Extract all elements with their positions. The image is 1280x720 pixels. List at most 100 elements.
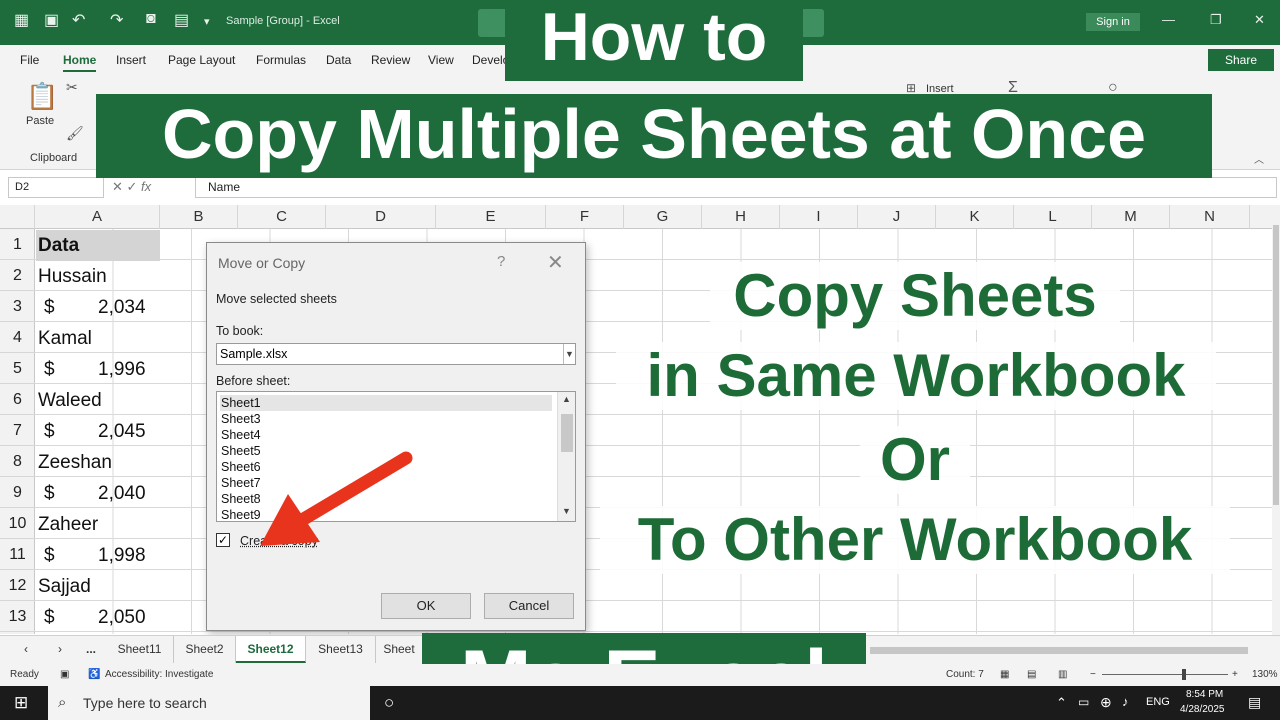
zoom-level[interactable]: 130% <box>1252 669 1278 680</box>
row-header[interactable]: 12 <box>0 570 35 601</box>
list-item[interactable]: Sheet4 <box>220 427 552 443</box>
col-header-l[interactable]: L <box>1014 205 1092 229</box>
list-item[interactable]: Sheet1 <box>220 395 552 411</box>
format-painter-icon[interactable]: 🖌 <box>66 125 84 142</box>
row-header[interactable]: 6 <box>0 384 35 415</box>
cell-currency[interactable]: $ <box>44 602 55 633</box>
sheet-tab[interactable]: Sheet13 <box>306 636 376 663</box>
col-header-i[interactable]: I <box>780 205 858 229</box>
row-header[interactable]: 3 <box>0 291 35 322</box>
row-header[interactable]: 5 <box>0 353 35 384</box>
col-header-c[interactable]: C <box>238 205 326 229</box>
cut-icon[interactable]: ✂ <box>66 79 78 96</box>
tab-home[interactable]: Home <box>63 53 97 72</box>
col-header-h[interactable]: H <box>702 205 780 229</box>
tab-data[interactable]: Data <box>326 53 351 67</box>
col-header-n[interactable]: N <box>1170 205 1250 229</box>
share-button[interactable]: Share <box>1208 49 1274 71</box>
sheet-tab[interactable]: Sheet <box>376 636 422 663</box>
scroll-up-icon[interactable]: ▲ <box>562 394 571 404</box>
globe-icon[interactable]: ⊕ <box>1100 694 1112 711</box>
tab-scroll-right-icon[interactable]: › <box>50 636 70 663</box>
macro-icon[interactable]: ▣ <box>60 669 69 680</box>
chevron-down-icon[interactable]: ▼ <box>563 344 575 364</box>
help-icon[interactable]: ? <box>497 253 505 270</box>
accessibility-status[interactable]: Accessibility: Investigate <box>105 669 213 680</box>
cell-name[interactable]: Hussain <box>38 261 107 292</box>
col-header-g[interactable]: G <box>624 205 702 229</box>
create-copy-checkbox[interactable]: ✓ <box>216 533 230 547</box>
page-break-icon[interactable]: ▥ <box>1058 669 1067 680</box>
clock-time[interactable]: 8:54 PM <box>1186 689 1223 700</box>
cell-a1[interactable]: Data <box>36 230 160 261</box>
col-header-j[interactable]: J <box>858 205 936 229</box>
col-header-f[interactable]: F <box>546 205 624 229</box>
redo-icon[interactable]: ↷ <box>110 10 123 30</box>
close-window-icon[interactable]: ✕ <box>1254 12 1265 28</box>
notification-icon[interactable]: ▤ <box>1248 694 1261 711</box>
cancel-button[interactable]: Cancel <box>484 593 574 619</box>
tab-view[interactable]: View <box>428 53 454 67</box>
restore-icon[interactable]: ❐ <box>1210 12 1222 28</box>
tab-scroll-left-icon[interactable]: ‹ <box>16 636 36 663</box>
horizontal-scrollbar[interactable] <box>870 647 1248 654</box>
cell-amount[interactable]: 1,998 <box>98 540 146 571</box>
row-header[interactable]: 9 <box>0 477 35 508</box>
cell-name[interactable]: Kamal <box>38 323 92 354</box>
undo-icon[interactable]: ↶ <box>72 10 85 30</box>
cell-amount[interactable]: 2,034 <box>98 292 146 323</box>
name-box[interactable]: D2 <box>8 177 104 198</box>
cell-currency[interactable]: $ <box>44 416 55 447</box>
normal-view-icon[interactable]: ▦ <box>1000 669 1009 680</box>
zoom-out-icon[interactable]: − <box>1090 669 1096 680</box>
list-scroll-thumb[interactable] <box>561 414 573 452</box>
scroll-down-icon[interactable]: ▼ <box>562 506 571 516</box>
to-book-select[interactable]: Sample.xlsx ▼ <box>216 343 576 365</box>
list-item[interactable]: Sheet3 <box>220 411 552 427</box>
ok-button[interactable]: OK <box>381 593 471 619</box>
cell-currency[interactable]: $ <box>44 478 55 509</box>
sheet-tab[interactable]: Sheet2 <box>174 636 236 663</box>
formula-input[interactable]: Name <box>195 177 1277 198</box>
cell-name[interactable]: Zaheer <box>38 509 98 540</box>
col-header-b[interactable]: B <box>160 205 238 229</box>
more-tabs-button[interactable]: ... <box>78 636 104 663</box>
col-header-a[interactable]: A <box>35 205 160 229</box>
insert-cells-icon[interactable]: ⊞ <box>906 81 916 95</box>
list-scrollbar[interactable]: ▲ ▼ <box>557 392 575 521</box>
customize-icon[interactable]: ▾ <box>204 15 210 28</box>
accessibility-icon[interactable]: ♿ <box>88 669 100 680</box>
camera-icon[interactable]: ◙ <box>146 10 156 28</box>
form-icon[interactable]: ▤ <box>174 10 189 30</box>
col-header-k[interactable]: K <box>936 205 1014 229</box>
row-header[interactable]: 10 <box>0 508 35 539</box>
sheet-tab-active[interactable]: Sheet12 <box>236 636 306 663</box>
cell-name[interactable]: Waleed <box>38 385 102 416</box>
cell-currency[interactable]: $ <box>44 540 55 571</box>
cell-name[interactable]: Zeeshan <box>38 447 112 478</box>
vertical-scrollbar[interactable] <box>1272 205 1280 635</box>
vertical-scroll-thumb[interactable] <box>1273 225 1279 505</box>
row-header[interactable]: 7 <box>0 415 35 446</box>
zoom-slider[interactable] <box>1102 674 1228 675</box>
zoom-slider-thumb[interactable] <box>1182 669 1186 680</box>
select-all-corner[interactable] <box>0 205 35 229</box>
task-view-icon[interactable]: ○ <box>384 693 394 713</box>
tab-page-layout[interactable]: Page Layout <box>168 53 235 67</box>
sheet-tab[interactable]: Sheet11 <box>106 636 174 663</box>
language-indicator[interactable]: ENG <box>1146 696 1170 708</box>
page-layout-icon[interactable]: ▤ <box>1027 669 1036 680</box>
cell-amount[interactable]: 2,045 <box>98 416 146 447</box>
windows-start-icon[interactable]: ⊞ <box>14 693 28 713</box>
fx-icon[interactable]: fx <box>141 179 151 194</box>
formula-buttons[interactable]: ✕ ✓ fx <box>112 179 151 195</box>
row-header[interactable]: 2 <box>0 260 35 291</box>
sign-in-button[interactable]: Sign in <box>1086 13 1140 31</box>
row-header[interactable]: 4 <box>0 322 35 353</box>
col-header-e[interactable]: E <box>436 205 546 229</box>
cell-currency[interactable]: $ <box>44 354 55 385</box>
row-header[interactable]: 13 <box>0 601 35 632</box>
save-icon[interactable]: ▣ <box>44 10 59 30</box>
tab-insert[interactable]: Insert <box>116 53 146 67</box>
tab-review[interactable]: Review <box>371 53 410 67</box>
